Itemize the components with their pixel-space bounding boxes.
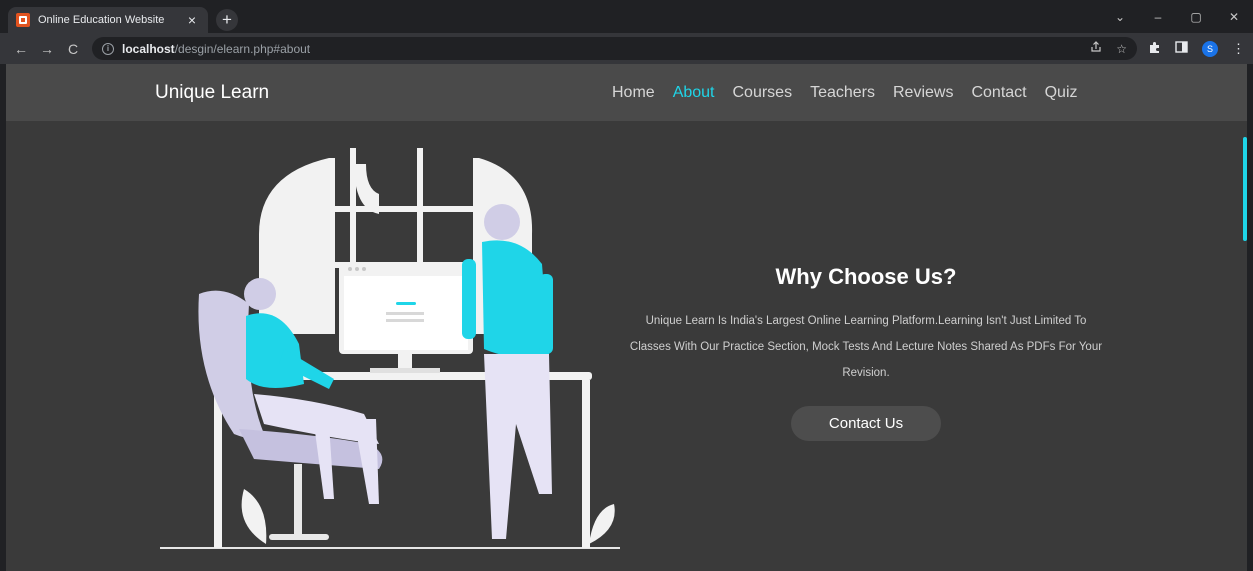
tab-favicon-icon — [16, 13, 30, 27]
site-header: Unique Learn Home About Courses Teachers… — [6, 64, 1247, 121]
about-description: Unique Learn Is India's Largest Online L… — [629, 315, 1103, 379]
nav-reviews[interactable]: Reviews — [893, 84, 953, 102]
tab-strip: Online Education Website × + ⌄ – ▢ ✕ — [0, 0, 1253, 33]
maximize-icon[interactable]: ▢ — [1177, 10, 1215, 24]
reload-icon[interactable]: C — [60, 41, 86, 57]
menu-dots-icon[interactable]: ⋮ — [1232, 41, 1245, 57]
about-illustration — [160, 148, 620, 549]
contact-us-button[interactable]: Contact Us — [791, 406, 941, 441]
nav-contact[interactable]: Contact — [971, 84, 1026, 102]
minimize-icon[interactable]: – — [1139, 10, 1177, 24]
site-navbar: Home About Courses Teachers Reviews Cont… — [612, 84, 1078, 102]
browser-tab[interactable]: Online Education Website × — [8, 7, 208, 33]
share-icon[interactable] — [1090, 41, 1102, 56]
nav-teachers[interactable]: Teachers — [810, 84, 875, 102]
browser-toolbar: ← → C i localhost /desgin/elearn.php#abo… — [0, 33, 1253, 64]
back-icon[interactable]: ← — [8, 41, 34, 57]
page-viewport: Unique Learn Home About Courses Teachers… — [6, 64, 1247, 571]
tab-search-icon[interactable]: ⌄ — [1101, 10, 1139, 24]
scrollbar-thumb[interactable] — [1243, 137, 1247, 241]
sidepanel-icon[interactable] — [1175, 41, 1188, 56]
star-icon[interactable]: ☆ — [1116, 42, 1127, 56]
tab-close-icon[interactable]: × — [184, 12, 200, 28]
url-path: /desgin/elearn.php#about — [174, 41, 311, 56]
info-icon[interactable]: i — [102, 42, 114, 55]
nav-home[interactable]: Home — [612, 84, 655, 102]
nav-quiz[interactable]: Quiz — [1045, 84, 1078, 102]
new-tab-button[interactable]: + — [216, 9, 238, 31]
address-bar[interactable]: i localhost /desgin/elearn.php#about ☆ — [92, 37, 1137, 60]
avatar[interactable]: S — [1202, 40, 1218, 57]
about-title: Why Choose Us? — [775, 264, 957, 289]
window-controls: ⌄ – ▢ ✕ — [1101, 0, 1253, 33]
nav-about[interactable]: About — [673, 84, 715, 102]
forward-icon[interactable]: → — [34, 41, 60, 57]
close-window-icon[interactable]: ✕ — [1215, 10, 1253, 24]
nav-courses[interactable]: Courses — [733, 84, 793, 102]
tab-title: Online Education Website — [38, 14, 165, 26]
extension-area: S ⋮ — [1148, 33, 1245, 64]
site-logo[interactable]: Unique Learn — [155, 82, 269, 104]
about-section: Why Choose Us? Unique Learn Is India's L… — [626, 264, 1106, 441]
puzzle-icon[interactable] — [1148, 41, 1161, 57]
url-host: localhost — [122, 41, 175, 56]
